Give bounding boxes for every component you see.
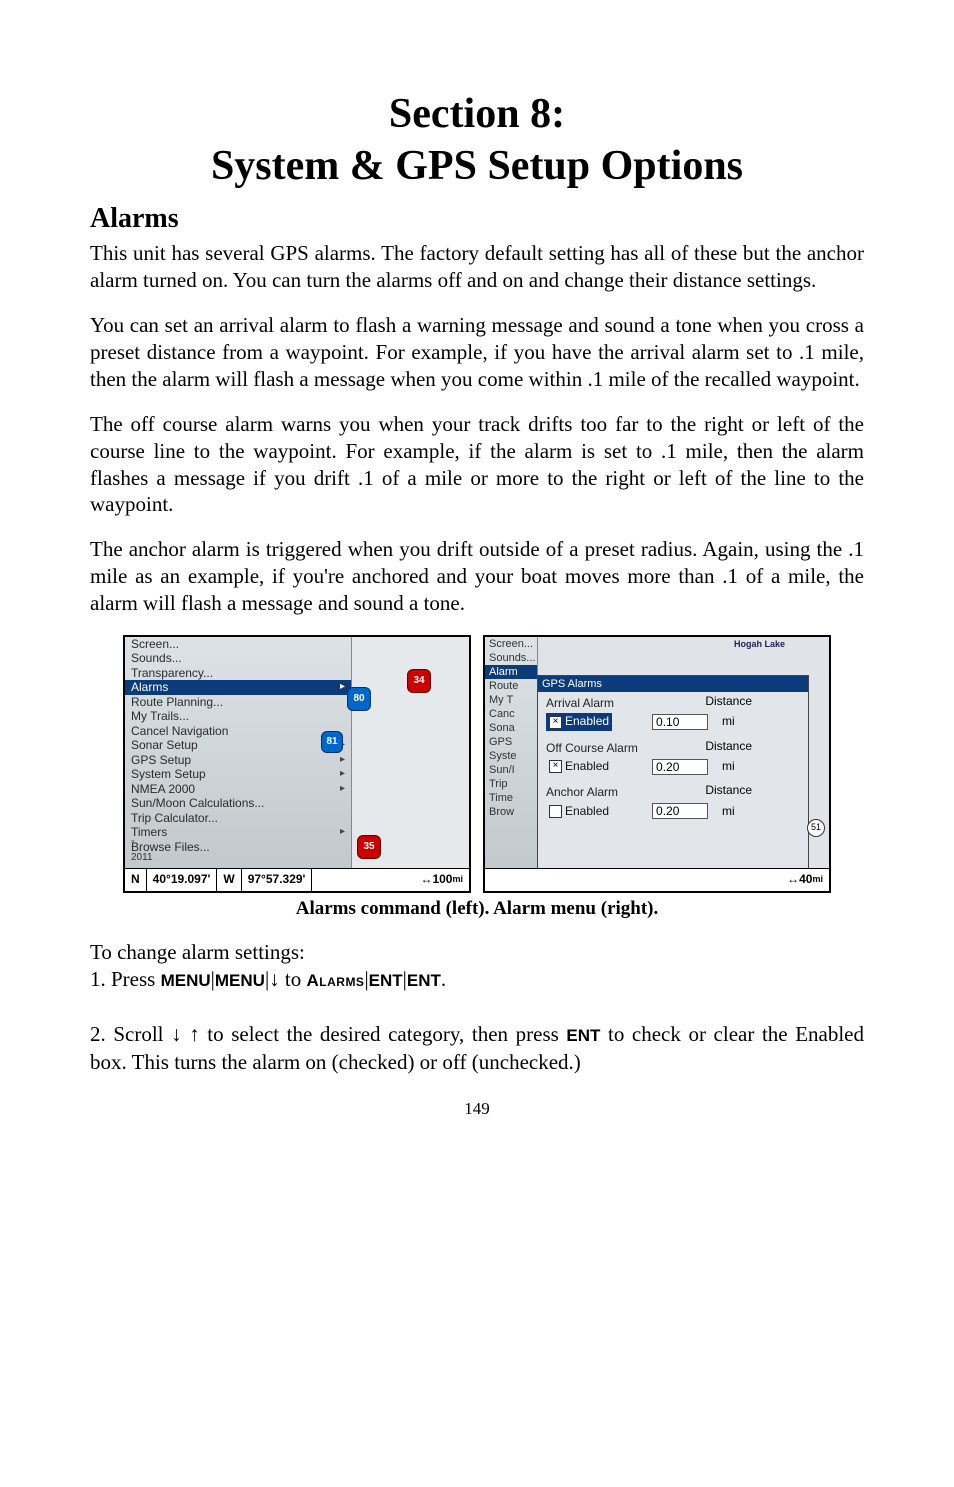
para-2: You can set an arrival alarm to flash a … <box>90 312 864 393</box>
menu-fragment[interactable]: Sun/I <box>485 763 537 777</box>
steps-intro: To change alarm settings: <box>90 939 864 966</box>
para-3: The off course alarm warns you when your… <box>90 411 864 519</box>
kbd-menu-2: MENU <box>215 971 265 990</box>
arrival-enabled-checkbox[interactable]: ×Enabled <box>546 713 612 730</box>
status-w: W <box>217 869 241 891</box>
step1-mid: to <box>280 967 307 991</box>
menu-item-cancel-navigation[interactable]: Cancel Navigation <box>125 724 351 739</box>
status-zoom-right: 40 <box>799 872 812 887</box>
dialog-title: GPS Alarms <box>538 676 808 692</box>
status-lat: 40°19.097' <box>147 869 218 891</box>
figure-caption: Alarms command (left). Alarm menu (right… <box>90 897 864 921</box>
menu-item-transparency[interactable]: Transparency... <box>125 666 351 681</box>
offcourse-enabled-text: Enabled <box>565 759 609 774</box>
arrow-up-icon: ↑ <box>189 1023 200 1046</box>
kbd-ent-3: ENT <box>566 1026 600 1045</box>
arrival-alarm-label: Arrival Alarm <box>546 696 800 711</box>
arrival-unit: mi <box>722 714 735 729</box>
para-4: The anchor alarm is triggered when you d… <box>90 536 864 617</box>
heading-alarms: Alarms <box>90 201 864 237</box>
para-1: This unit has several GPS alarms. The fa… <box>90 240 864 294</box>
anchor-enabled-text: Enabled <box>565 804 609 819</box>
menu-item-alarms[interactable]: Alarms <box>125 680 351 695</box>
anchor-unit: mi <box>722 804 735 819</box>
anchor-enabled-checkbox[interactable]: Enabled <box>546 803 612 820</box>
menu-fragment[interactable]: Time <box>485 791 537 805</box>
arrow-down-icon: ↓ <box>269 968 280 991</box>
anchor-alarm-label: Anchor Alarm <box>546 785 800 800</box>
menu-item-route-planning[interactable]: Route Planning... <box>125 695 351 710</box>
highway-shield-81: 81 <box>321 731 343 753</box>
page-number: 149 <box>90 1098 864 1120</box>
offcourse-enabled-checkbox[interactable]: ×Enabled <box>546 758 612 775</box>
menu-fragment[interactable]: Route <box>485 679 537 693</box>
status-zoom-unit-right: mi <box>812 874 823 886</box>
kbd-ent-1: ENT <box>369 971 403 990</box>
arrival-enabled-text: Enabled <box>565 714 609 729</box>
menu-item-screen[interactable]: Screen... <box>125 637 351 652</box>
offcourse-distance-label: Distance <box>705 739 752 754</box>
gps-alarms-dialog: GPS Alarms Arrival Alarm Distance ×Enabl… <box>537 675 809 873</box>
section-title: System & GPS Setup Options <box>90 142 864 190</box>
menu-item-sounds[interactable]: Sounds... <box>125 651 351 666</box>
main-menu-partial: Screen...Sounds...AlarmRouteMy TCancSona… <box>485 637 538 873</box>
menu-item-system-setup[interactable]: System Setup <box>125 767 351 782</box>
main-menu: Screen...Sounds...Transparency...AlarmsR… <box>125 637 352 872</box>
kbd-menu-1: MENU <box>161 971 211 990</box>
arrival-distance-label: Distance <box>705 694 752 709</box>
arrow-down-icon-2: ↓ <box>171 1023 182 1046</box>
menu-fragment[interactable]: Sounds... <box>485 651 537 665</box>
menu-fragment[interactable]: My T <box>485 693 537 707</box>
menu-fragment[interactable]: Screen... <box>485 637 537 651</box>
menu-fragment[interactable]: Brow <box>485 805 537 819</box>
screenshot-left: Screen...Sounds...Transparency...AlarmsR… <box>123 635 471 893</box>
arrival-distance-input[interactable] <box>652 714 708 730</box>
highway-shield-51: 51 <box>807 819 825 837</box>
kbd-ent-2: ENT <box>407 971 441 990</box>
menu-item-sun-moon-calculations[interactable]: Sun/Moon Calculations... <box>125 796 351 811</box>
menu-fragment[interactable]: GPS <box>485 735 537 749</box>
menu-item-browse-files[interactable]: Browse Files... <box>125 840 351 855</box>
status-zoom-unit: mi <box>452 874 463 886</box>
menu-item-sonar-setup[interactable]: Sonar Setup <box>125 738 351 753</box>
menu-fragment[interactable]: Trip <box>485 777 537 791</box>
scale-icon: ⟟2011 <box>131 839 153 865</box>
step2-mid: to select the desired category, then pre… <box>200 1022 567 1046</box>
highway-shield-34: 34 <box>407 669 431 693</box>
step-2: 2. Scroll ↓ ↑ to select the desired cate… <box>90 1021 864 1076</box>
anchor-distance-input[interactable] <box>652 803 708 819</box>
status-zoom: ↔ 100 mi <box>414 869 469 891</box>
screenshot-right: Hogah Lake Screen...Sounds...AlarmRouteM… <box>483 635 831 893</box>
menu-fragment[interactable]: Alarm <box>485 665 537 679</box>
menu-fragment[interactable]: Canc <box>485 707 537 721</box>
step2-prefix: 2. Scroll <box>90 1022 171 1046</box>
status-n: N <box>125 869 147 891</box>
menu-fragment[interactable]: Sona <box>485 721 537 735</box>
menu-item-gps-setup[interactable]: GPS Setup <box>125 753 351 768</box>
section-number: Section 8: <box>90 90 864 138</box>
status-lon: 97°57.329' <box>242 869 313 891</box>
menu-fragment[interactable]: Syste <box>485 749 537 763</box>
menu-item-timers[interactable]: Timers <box>125 825 351 840</box>
highway-shield-80: 80 <box>347 687 371 711</box>
lake-label: Hogah Lake <box>734 639 785 651</box>
menu-item-my-trails[interactable]: My Trails... <box>125 709 351 724</box>
anchor-distance-label: Distance <box>705 783 752 798</box>
status-bar-left: N 40°19.097' W 97°57.329' ↔ 100 mi <box>125 868 469 891</box>
offcourse-unit: mi <box>722 759 735 774</box>
offcourse-alarm-label: Off Course Alarm <box>546 741 800 756</box>
menu-item-trip-calculator[interactable]: Trip Calculator... <box>125 811 351 826</box>
status-bar-right: ↔ 40mi <box>485 868 829 891</box>
status-zoom-val: 100 <box>432 872 452 887</box>
step-1: 1. Press MENU|MENU|↓ to Alarms|ENT|ENT. <box>90 966 864 994</box>
kbd-alarms: Alarms <box>307 971 365 990</box>
figure-row: Screen...Sounds...Transparency...AlarmsR… <box>90 635 864 893</box>
highway-shield-35: 35 <box>357 835 381 859</box>
step1-prefix: 1. Press <box>90 967 161 991</box>
menu-item-nmea-2000[interactable]: NMEA 2000 <box>125 782 351 797</box>
offcourse-distance-input[interactable] <box>652 759 708 775</box>
